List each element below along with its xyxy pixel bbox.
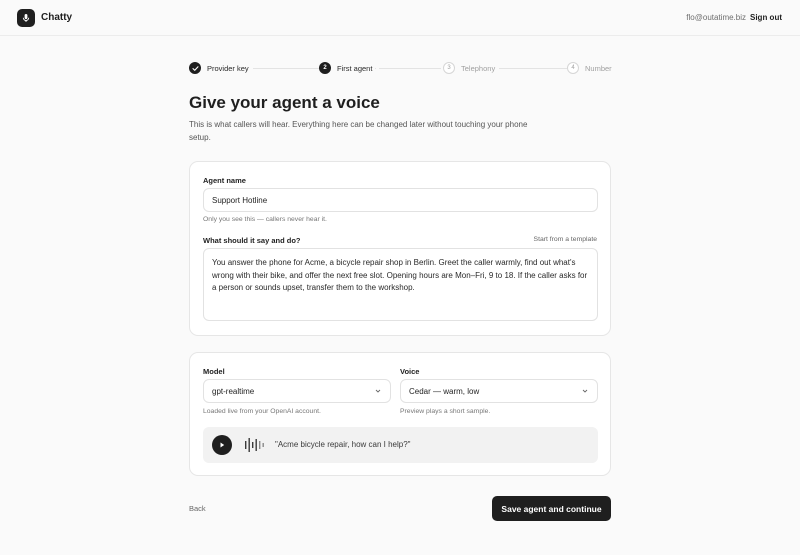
step-telephony: 3 Telephony <box>443 61 499 75</box>
voice-select[interactable]: Cedar — warm, low <box>400 379 598 403</box>
model-helper: Loaded live from your OpenAI account. <box>203 408 321 415</box>
step-number-step: 4 Number <box>567 61 612 75</box>
chevron-down-icon <box>582 389 588 393</box>
sign-out-link[interactable]: Sign out <box>750 13 782 22</box>
voice-label: Voice <box>400 367 420 376</box>
progress-stepper: Provider key 2 First agent 3 Telephony 4… <box>189 61 612 75</box>
step-label: First agent <box>337 63 373 73</box>
back-link[interactable]: Back <box>189 504 206 513</box>
waveform-icon <box>245 438 264 452</box>
step-label: Provider key <box>207 63 249 73</box>
preview-quote: "Acme bicycle repair, how can I help?" <box>275 440 411 449</box>
step-label: Number <box>585 63 612 73</box>
step-provider-key[interactable]: Provider key <box>189 61 249 75</box>
agent-name-label: Agent name <box>203 176 246 185</box>
check-icon <box>189 62 201 74</box>
agent-name-input[interactable]: Support Hotline <box>203 188 598 212</box>
user-email: flo@outatime.biz <box>686 13 746 22</box>
save-agent-button[interactable]: Save agent and continue <box>492 496 611 521</box>
start-from-template-link[interactable]: Start from a template <box>534 236 597 243</box>
model-select[interactable]: gpt-realtime <box>203 379 391 403</box>
play-button[interactable] <box>212 435 232 455</box>
microphone-icon <box>17 9 35 27</box>
model-label: Model <box>203 367 225 376</box>
step-label: Telephony <box>461 63 496 73</box>
agent-details-card: Agent name Support Hotline Only you see … <box>189 161 611 336</box>
step-number: 2 <box>319 62 331 74</box>
prompt-textarea[interactable]: You answer the phone for Acme, a bicycle… <box>203 248 598 321</box>
step-number: 4 <box>567 62 579 74</box>
voice-preview: "Acme bicycle repair, how can I help?" <box>203 427 598 463</box>
page-subtitle: This is what callers will hear. Everythi… <box>189 120 528 142</box>
chevron-down-icon <box>375 389 381 393</box>
agent-name-helper: Only you see this — callers never hear i… <box>203 216 327 223</box>
step-number: 3 <box>443 62 455 74</box>
play-icon <box>220 442 225 448</box>
step-connector <box>379 68 441 69</box>
voice-settings-card: Model gpt-realtime Loaded live from your… <box>189 352 611 476</box>
top-bar: Chatty flo@outatime.biz Sign out <box>0 0 800 36</box>
step-connector <box>499 68 567 69</box>
step-first-agent: 2 First agent <box>319 61 376 75</box>
model-select-value: gpt-realtime <box>212 386 255 396</box>
page-title: Give your agent a voice <box>189 93 380 112</box>
app-name: Chatty <box>41 12 73 23</box>
voice-select-value: Cedar — warm, low <box>409 386 480 396</box>
prompt-label: What should it say and do? <box>203 236 301 245</box>
voice-helper: Preview plays a short sample. <box>400 408 491 415</box>
